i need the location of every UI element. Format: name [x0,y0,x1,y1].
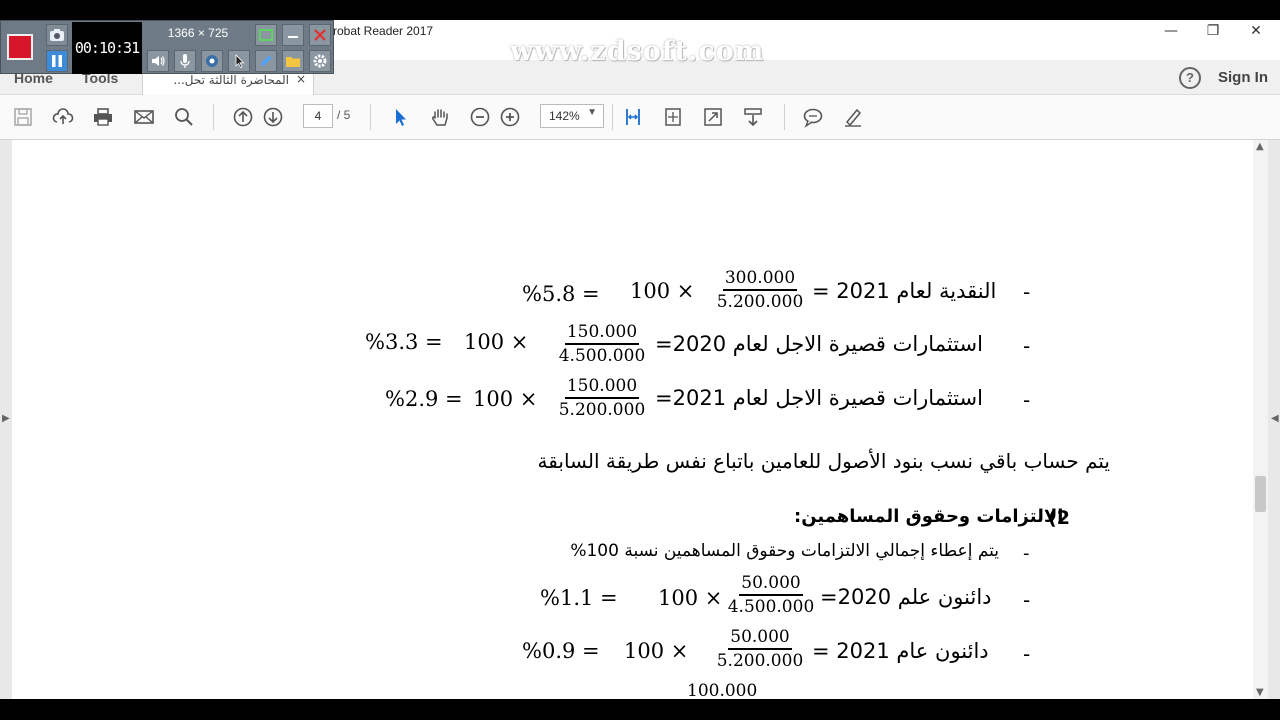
zoom-level-select[interactable]: 142% ▼ [540,104,604,128]
zoom-in-icon[interactable] [497,104,523,130]
line-label: استثمارات قصيرة الاجل لعام 2021= [655,386,983,410]
fraction-denominator: 5.200.000 [716,651,804,671]
multiplier: 100 × [658,586,723,610]
fraction-denominator: 4.500.000 [727,597,815,617]
previous-page-icon[interactable] [230,104,256,130]
fraction-denominator: 4.500.000 [558,346,646,366]
multiplier: 100 × [630,279,695,303]
watermark-text: www.zdsoft.com [510,36,765,67]
search-icon[interactable] [171,104,197,130]
close-window-button[interactable]: ✕ [1235,20,1277,42]
vertical-scrollbar[interactable] [1253,140,1268,699]
toolbar-divider [784,104,785,130]
folder-icon[interactable] [282,50,304,72]
section-title: الالتزامات وحقوق المساهمين: [794,506,1064,527]
list-bullet: - [1023,588,1031,612]
fraction: 300.000 5.200.000 [713,268,807,312]
close-recorder-icon[interactable] [309,24,331,46]
settings-gear-icon[interactable] [309,50,331,72]
multiplier: 100 × [464,330,529,354]
line-label: النقدية لعام 2021 = [812,279,997,303]
toolbar-divider [213,104,214,130]
line-text: يتم إعطاء إجمالي الالتزامات وحقوق المساه… [570,541,999,561]
list-bullet: - [1023,280,1031,304]
fraction-numerator: 150.000 [564,376,640,399]
zoom-level-value: 142% [549,109,580,123]
scrollbar-thumb[interactable] [1255,476,1266,512]
scroll-down-icon[interactable]: ▼ [1256,687,1264,698]
fit-width-icon[interactable] [620,104,646,130]
microphone-icon[interactable] [174,50,196,72]
scroll-up-icon[interactable]: ▲ [1256,141,1264,152]
fraction-denominator: 5.200.000 [716,292,804,312]
chevron-down-icon: ▼ [587,107,597,118]
note-paragraph: يتم حساب باقي نسب بنود الأصول للعامين با… [537,449,1110,473]
highlight-pen-icon[interactable] [840,104,866,130]
fraction-numerator: 150.000 [564,322,640,345]
multiplier: 100 × [624,639,689,663]
speaker-icon[interactable] [147,50,169,72]
webcam-icon[interactable] [201,50,223,72]
list-bullet: - [1023,388,1031,412]
close-tab-icon[interactable]: × [296,72,306,86]
fraction-numerator: 300.000 [722,268,798,291]
select-cursor-icon[interactable] [387,104,413,130]
help-icon[interactable]: ? [1179,67,1201,89]
result-value: %1.1 = [540,586,618,610]
result-value: %0.9 = [522,639,600,663]
window-title: robat Reader 2017 [333,24,434,38]
draw-pen-icon[interactable] [255,50,277,72]
fraction: 150.000 4.500.000 [555,322,649,366]
recording-resolution: 1366 × 725 [167,26,229,40]
fraction: 50.000 4.500.000 [724,573,818,617]
hand-tool-icon[interactable] [427,104,453,130]
pause-icon[interactable] [46,50,68,72]
result-value: %3.3 = [365,330,443,354]
document-tab-label: المحاضرة الثالثة تحل... [173,73,289,87]
sign-in-link[interactable]: Sign In [1218,69,1268,86]
line-label: دائنون عام 2021 = [812,639,989,663]
comment-icon[interactable] [800,104,826,130]
minimize-button[interactable]: — [1150,20,1192,42]
fraction-numerator: 100.000 [687,681,758,701]
list-bullet: - [1023,642,1031,666]
fraction: 50.000 5.200.000 [713,627,807,671]
result-value: %2.9 = [385,387,463,411]
save-icon[interactable] [10,104,36,130]
fraction-numerator: 50.000 [728,627,792,650]
fit-page-icon[interactable] [660,104,686,130]
page-total: / 5 [337,108,351,122]
email-icon[interactable] [131,104,157,130]
cursor-icon[interactable] [228,50,250,72]
full-screen-icon[interactable] [700,104,726,130]
left-panel-toggle-icon[interactable]: ▶ [2,413,10,424]
multiplier: 100 × [473,387,538,411]
restore-button[interactable]: ❐ [1192,20,1234,42]
line-label: دائنون علم 2020= [820,585,992,609]
camera-icon[interactable] [46,24,68,46]
fraction: 150.000 5.200.000 [555,376,649,420]
fraction-denominator: 5.200.000 [558,400,646,420]
recording-timer: 00:10:31 [72,22,142,74]
toolbar-divider [370,104,371,130]
region-select-icon[interactable] [255,24,277,46]
minimize-recorder-icon[interactable] [282,24,304,46]
next-page-icon[interactable] [260,104,286,130]
right-panel-toggle-icon[interactable]: ◀ [1271,413,1279,424]
toolbar-divider [612,104,613,130]
zoom-out-icon[interactable] [467,104,493,130]
print-icon[interactable] [90,104,116,130]
page-number-input[interactable]: 4 [303,104,333,128]
upload-cloud-icon[interactable] [50,104,76,130]
result-value: %5.8 = [522,282,600,306]
record-stop-button[interactable] [7,34,33,60]
scroll-mode-icon[interactable] [740,104,766,130]
fraction-numerator: 50.000 [739,573,803,596]
list-bullet: - [1023,543,1030,564]
list-bullet: - [1023,334,1031,358]
line-label: استثمارات قصيرة الاجل لعام 2020= [655,332,983,356]
